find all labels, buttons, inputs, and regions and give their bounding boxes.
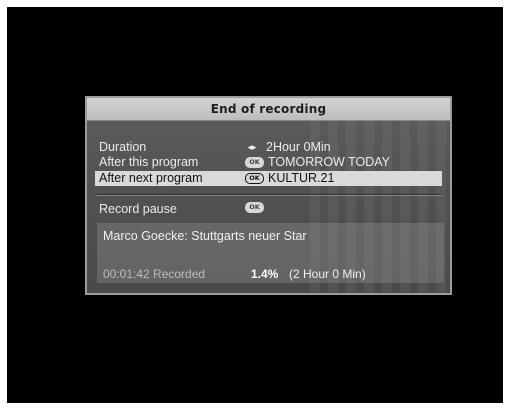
ok-button-icon: OK xyxy=(245,173,264,184)
program-title: Marco Goecke: Stuttgarts neuer Star xyxy=(103,229,307,243)
after-next-program-label: After next program xyxy=(99,171,203,185)
option-duration[interactable]: Duration ◂▸ 2Hour 0Min xyxy=(99,140,444,155)
duration-value-group: ◂▸ 2Hour 0Min xyxy=(245,140,331,155)
after-next-program-value: KULTUR.21 xyxy=(268,171,335,185)
elapsed-recorded: 00:01:42 Recorded xyxy=(103,267,206,281)
ok-button-icon: OK xyxy=(245,157,264,168)
option-record-pause[interactable]: Record pause OK xyxy=(99,202,444,217)
dialog-title: End of recording xyxy=(87,98,450,121)
arrows-left-right-icon: ◂▸ xyxy=(247,142,257,152)
record-pause-label: Record pause xyxy=(99,202,177,216)
tv-screen: End of recording Duration ◂▸ 2Hour 0Min … xyxy=(7,7,503,403)
section-divider xyxy=(97,194,442,196)
ok-button-icon: OK xyxy=(245,202,264,213)
program-length: (2 Hour 0 Min) xyxy=(289,267,366,281)
after-this-program-value-group: OK TOMORROW TODAY xyxy=(245,155,390,170)
option-after-this-program[interactable]: After this program OK TOMORROW TODAY xyxy=(99,155,444,170)
program-info-panel: Marco Goecke: Stuttgarts neuer Star 00:0… xyxy=(97,223,444,283)
after-this-program-label: After this program xyxy=(99,155,199,169)
recording-status: 00:01:42 Recorded 1.4% (2 Hour 0 Min) xyxy=(103,267,438,281)
after-this-program-value: TOMORROW TODAY xyxy=(268,155,390,169)
record-pause-value-group: OK xyxy=(245,202,268,213)
end-of-recording-dialog: End of recording Duration ◂▸ 2Hour 0Min … xyxy=(85,96,452,295)
duration-label: Duration xyxy=(99,140,147,154)
after-next-program-value-group: OK KULTUR.21 xyxy=(245,171,334,186)
option-after-next-program[interactable]: After next program OK KULTUR.21 xyxy=(95,171,442,186)
duration-value: 2Hour 0Min xyxy=(266,140,331,154)
recorded-percent: 1.4% xyxy=(251,267,279,281)
